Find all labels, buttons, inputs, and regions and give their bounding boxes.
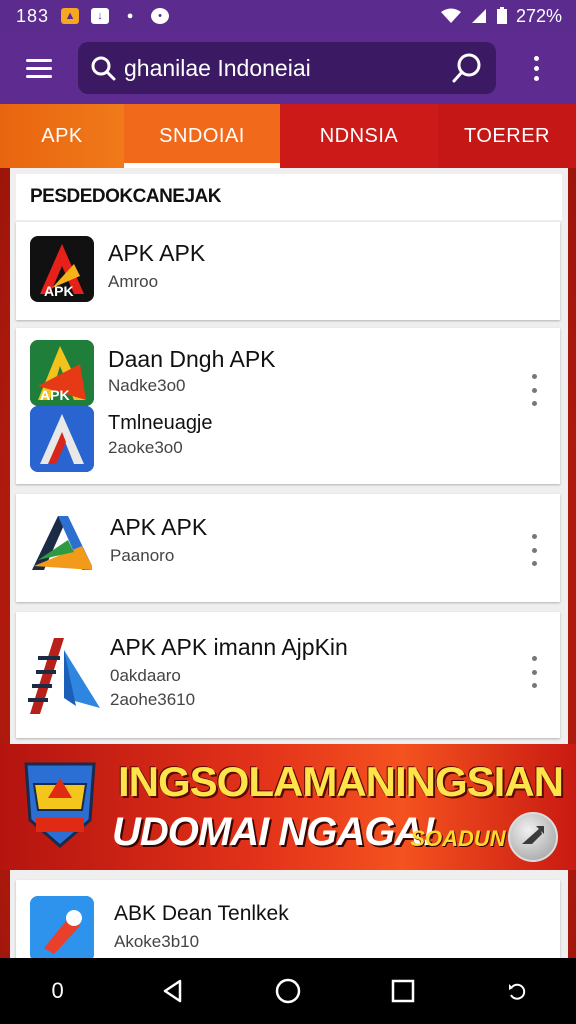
app-subtitle: Paanoro — [110, 546, 175, 565]
promo-subheadline: UDOMAI NGAGA! — [112, 810, 436, 854]
battery-icon — [496, 7, 507, 24]
app-logo-icon — [24, 628, 104, 720]
back-icon — [163, 979, 182, 1003]
item-overflow-button[interactable] — [524, 656, 544, 688]
tab-toerer[interactable]: TOERER — [438, 104, 576, 168]
secondary-app-subtitle: 2aoke3o0 — [108, 438, 183, 457]
recents-button[interactable] — [373, 966, 433, 1016]
secondary-app-logo-icon — [30, 406, 94, 472]
signal-icon — [471, 9, 486, 23]
nav-extra-button[interactable]: 0 — [28, 966, 88, 1016]
app-secondary-subtitle: 2aohe3610 — [110, 690, 196, 709]
status-bar: 183 ▲ ↓ ● • 272% — [0, 0, 576, 32]
recents-icon — [391, 979, 415, 1003]
app-list-item[interactable]: ABK Dean Tenlkek Akoke3b10 — [16, 880, 560, 962]
home-icon — [275, 978, 301, 1004]
app-name: Daan Dngh APK — [108, 346, 276, 372]
notification-app-icon: ▲ — [61, 8, 80, 24]
secondary-app-name: Tmlneuagje — [108, 412, 213, 434]
search-submit-icon[interactable] — [450, 51, 484, 85]
search-icon — [91, 56, 116, 81]
chat-icon: • — [151, 8, 170, 24]
status-time: 183 — [16, 5, 50, 26]
search-input[interactable]: ghanilae Indoneiai — [78, 42, 496, 94]
app-subtitle: Akoke3b10 — [114, 932, 200, 951]
promo-shield-icon — [24, 762, 96, 848]
app-subtitle: 0akdaaro — [110, 666, 181, 685]
app-list-item[interactable]: APK APK Paanoro — [16, 494, 560, 602]
app-list-item[interactable]: APK APK imann AjpKin 0akdaaro 2aohe3610 — [16, 612, 560, 738]
app-list-item[interactable]: APK Daan Dngh APK Nadke3o0 Tmlneuagje 2a… — [16, 328, 560, 484]
search-query-text: ghanilae Indoneiai — [124, 54, 311, 81]
item-overflow-button[interactable] — [524, 374, 544, 406]
app-subtitle: Nadke3o0 — [108, 376, 186, 395]
svg-text:APK: APK — [44, 283, 74, 299]
tab-ndnsia[interactable]: NDNSIA — [280, 104, 438, 168]
back-button[interactable] — [143, 966, 203, 1016]
category-tabs: APK SNDOIAI NDNSIA TOERER — [0, 104, 576, 168]
promo-go-button[interactable] — [508, 812, 558, 862]
app-list-panel: PESDEDOKCANEJAK APK APK APK Amroo APK Da… — [10, 168, 568, 744]
app-logo-icon — [28, 510, 92, 576]
app-list-item[interactable]: APK APK APK Amroo — [16, 222, 560, 320]
promo-cta-button[interactable]: SOADUN — [410, 816, 505, 862]
app-subtitle: Amroo — [108, 272, 159, 291]
battery-level: 272% — [515, 5, 562, 26]
arrow-icon — [522, 826, 544, 844]
app-logo-icon: APK — [30, 340, 94, 406]
tab-sndoiai[interactable]: SNDOIAI — [124, 104, 280, 168]
svg-text:APK: APK — [40, 387, 70, 403]
promo-headline: INGSOLAMANINGSIAN — [118, 758, 564, 805]
app-list-panel-continued: ABK Dean Tenlkek Akoke3b10 — [10, 870, 568, 962]
rotate-icon — [509, 983, 526, 1000]
section-title: PESDEDOKCANEJAK — [16, 174, 562, 220]
item-overflow-button[interactable] — [524, 534, 544, 566]
app-name: APK APK — [110, 514, 208, 540]
home-button[interactable] — [258, 966, 318, 1016]
app-logo-icon: APK — [30, 236, 94, 302]
wifi-icon — [440, 8, 461, 23]
download-icon: ↓ — [91, 8, 110, 24]
app-name: APK APK — [108, 240, 206, 266]
rotate-button[interactable] — [488, 966, 548, 1016]
hamburger-menu-button[interactable] — [0, 32, 78, 104]
app-name: APK APK imann AjpKin — [110, 634, 348, 660]
tab-apk[interactable]: APK — [0, 104, 124, 168]
system-nav-bar: 0 — [0, 958, 576, 1024]
app-name: ABK Dean Tenlkek — [114, 902, 289, 925]
overflow-menu-button[interactable] — [496, 32, 576, 104]
top-app-bar: ghanilae Indoneiai — [0, 32, 576, 104]
app-logo-icon — [30, 896, 94, 962]
headset-icon: ● — [126, 10, 134, 22]
